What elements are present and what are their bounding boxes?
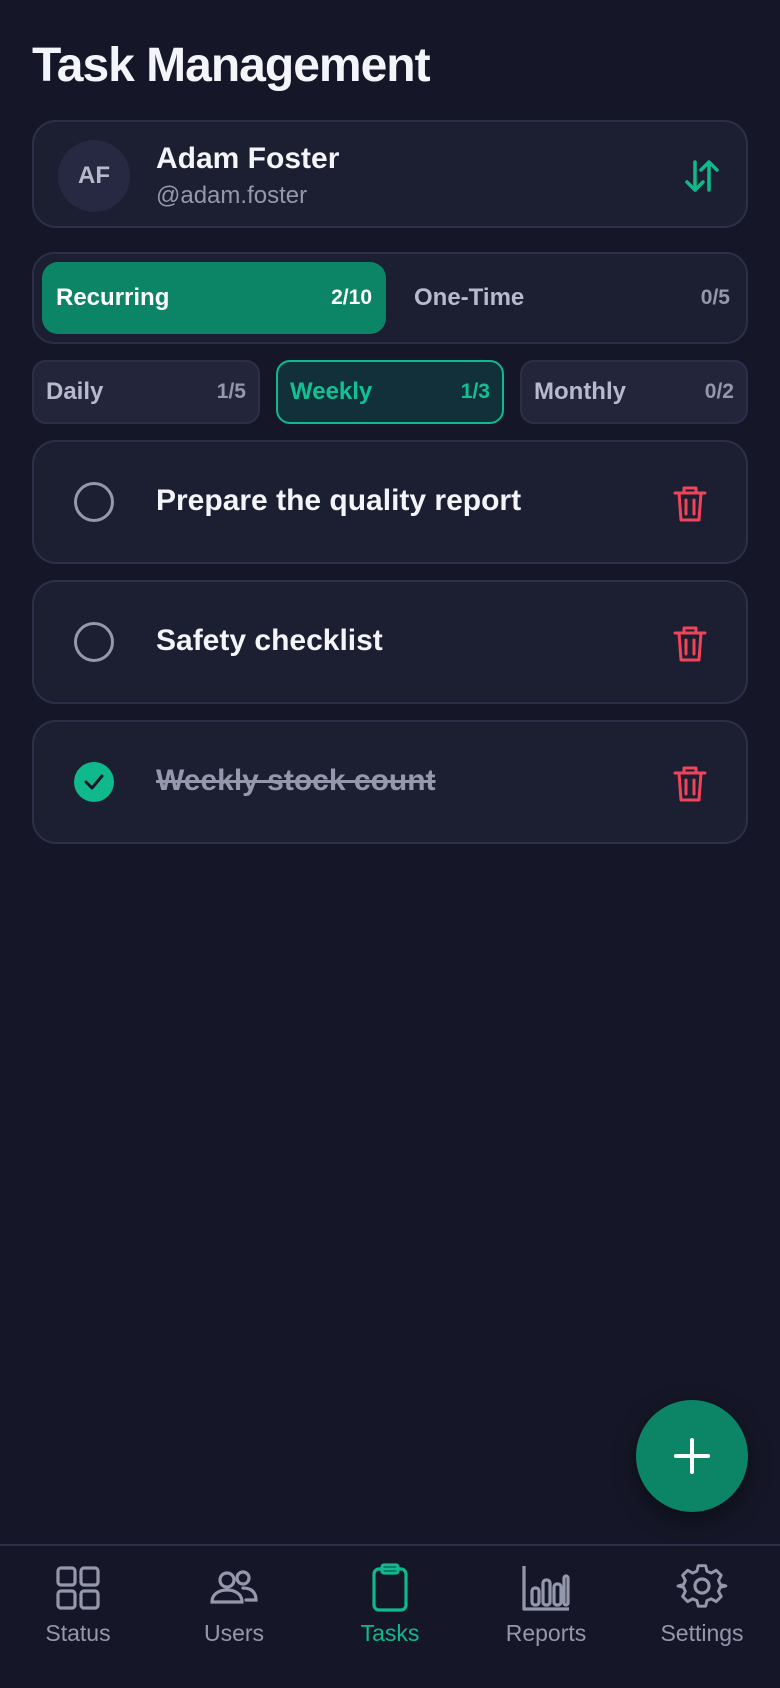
tab-monthly-count: 0/2 (704, 380, 734, 403)
tab-weekly-count: 1/3 (460, 380, 490, 403)
nav-item-label: Settings (660, 1620, 744, 1646)
delete-task-icon[interactable] (672, 624, 708, 664)
nav-item-label: Users (203, 1620, 265, 1646)
tab-one-time-count: 0/5 (700, 286, 730, 309)
nav-item-label: Status (45, 1620, 111, 1646)
swap-arrows-icon (685, 160, 719, 192)
tab-one-time[interactable]: One-Time 0/5 (400, 262, 744, 334)
nav-item-label: Tasks (360, 1620, 420, 1646)
tab-recurring-label: Recurring (56, 284, 170, 311)
task-item: Weekly stock count (32, 720, 748, 844)
bar-chart-icon (522, 1566, 570, 1611)
tab-recurring[interactable]: Recurring 2/10 (42, 262, 386, 334)
tab-daily-label: Daily (46, 378, 104, 405)
nav-item-users[interactable]: Users (156, 1562, 312, 1658)
task-checkbox[interactable] (74, 622, 114, 662)
users-icon (210, 1570, 258, 1604)
nav-item-status[interactable]: Status (0, 1562, 156, 1658)
add-task-button[interactable] (636, 1400, 748, 1512)
task-item: Safety checklist (32, 580, 748, 704)
bottom-navigation: Status Users Tasks Reports Settings (0, 1544, 780, 1688)
tab-monthly-label: Monthly (534, 378, 626, 405)
checkmark-icon (84, 774, 104, 790)
task-title: Safety checklist (156, 624, 383, 657)
nav-item-settings[interactable]: Settings (624, 1562, 780, 1658)
nav-item-tasks[interactable]: Tasks (312, 1562, 468, 1658)
nav-item-label: Reports (505, 1620, 587, 1646)
avatar: AF (58, 140, 130, 212)
task-title: Prepare the quality report (156, 484, 522, 517)
delete-task-icon[interactable] (672, 484, 708, 524)
tab-recurring-count: 2/10 (331, 286, 372, 309)
tab-weekly[interactable]: Weekly 1/3 (276, 360, 504, 424)
grid-icon (56, 1566, 100, 1610)
tab-weekly-label: Weekly (290, 378, 373, 405)
task-checkbox[interactable] (74, 482, 114, 522)
nav-item-reports[interactable]: Reports (468, 1562, 624, 1658)
user-name: Adam Foster (156, 142, 340, 175)
tab-monthly[interactable]: Monthly 0/2 (520, 360, 748, 424)
delete-task-icon[interactable] (672, 764, 708, 804)
clipboard-icon (372, 1563, 408, 1612)
task-item: Prepare the quality report (32, 440, 748, 564)
page-title: Task Management (32, 39, 431, 92)
tab-daily[interactable]: Daily 1/5 (32, 360, 260, 424)
switch-user-button[interactable] (680, 154, 724, 198)
tab-one-time-label: One-Time (414, 284, 525, 311)
plus-icon (674, 1438, 710, 1474)
task-title: Weekly stock count (156, 764, 436, 797)
task-type-tabs: Recurring 2/10 One-Time 0/5 (32, 252, 748, 344)
user-handle: @adam.foster (156, 182, 308, 209)
gear-icon (676, 1564, 728, 1608)
user-card[interactable]: AF Adam Foster @adam.foster (32, 120, 748, 228)
tab-daily-count: 1/5 (216, 380, 246, 403)
task-checkbox-checked[interactable] (74, 762, 114, 802)
